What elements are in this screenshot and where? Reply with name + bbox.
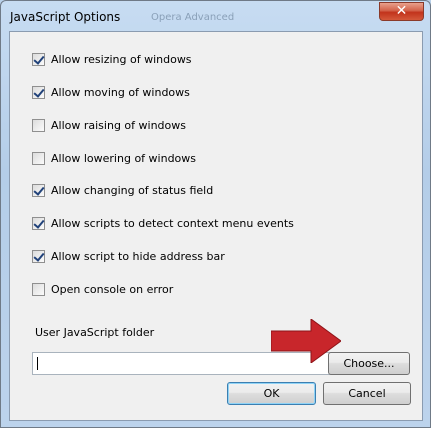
checkbox[interactable] bbox=[32, 85, 45, 99]
cancel-button[interactable]: Cancel bbox=[323, 382, 411, 405]
option-open-console-on-error[interactable]: Open console on error bbox=[32, 281, 173, 297]
dialog-title: JavaScript Options bbox=[10, 10, 121, 24]
option-label: Allow changing of status field bbox=[51, 183, 214, 197]
close-button[interactable]: ✕ bbox=[379, 2, 424, 21]
option-label: Allow scripts to detect context menu eve… bbox=[51, 216, 294, 230]
close-icon: ✕ bbox=[395, 3, 408, 19]
checkbox[interactable] bbox=[32, 52, 45, 66]
title-bar[interactable]: JavaScript Options Opera Advanced ✕ bbox=[1, 1, 430, 31]
option-allow-status-change[interactable]: Allow changing of status field bbox=[32, 182, 213, 198]
option-label: Allow raising of windows bbox=[51, 118, 186, 132]
background-tab-text: Opera Advanced bbox=[151, 12, 235, 23]
ok-button[interactable]: OK bbox=[227, 382, 316, 405]
user-javascript-folder-label: User JavaScript folder bbox=[35, 326, 155, 339]
text-caret bbox=[37, 357, 38, 370]
option-allow-moving[interactable]: Allow moving of windows bbox=[32, 84, 190, 100]
checkbox[interactable] bbox=[32, 183, 45, 197]
dialog-body: Allow resizing of windows Allow moving o… bbox=[9, 31, 423, 421]
option-allow-resizing[interactable]: Allow resizing of windows bbox=[32, 51, 192, 67]
option-label: Allow lowering of windows bbox=[51, 151, 197, 165]
checkbox[interactable] bbox=[32, 216, 45, 230]
javascript-options-dialog: JavaScript Options Opera Advanced ✕ Allo… bbox=[0, 0, 431, 428]
option-allow-raising[interactable]: Allow raising of windows bbox=[32, 117, 186, 133]
checkbox[interactable] bbox=[32, 249, 45, 263]
option-hide-address-bar[interactable]: Allow script to hide address bar bbox=[32, 248, 225, 264]
option-label: Allow script to hide address bar bbox=[51, 249, 225, 263]
option-label: Allow resizing of windows bbox=[51, 52, 192, 66]
option-label: Allow moving of windows bbox=[51, 85, 190, 99]
option-allow-lowering[interactable]: Allow lowering of windows bbox=[32, 150, 196, 166]
red-arrow-annotation bbox=[271, 319, 341, 363]
option-context-menu-events[interactable]: Allow scripts to detect context menu eve… bbox=[32, 215, 294, 231]
checkbox[interactable] bbox=[32, 151, 45, 165]
checkbox[interactable] bbox=[32, 282, 45, 296]
option-label: Open console on error bbox=[51, 282, 174, 296]
checkbox[interactable] bbox=[32, 118, 45, 132]
